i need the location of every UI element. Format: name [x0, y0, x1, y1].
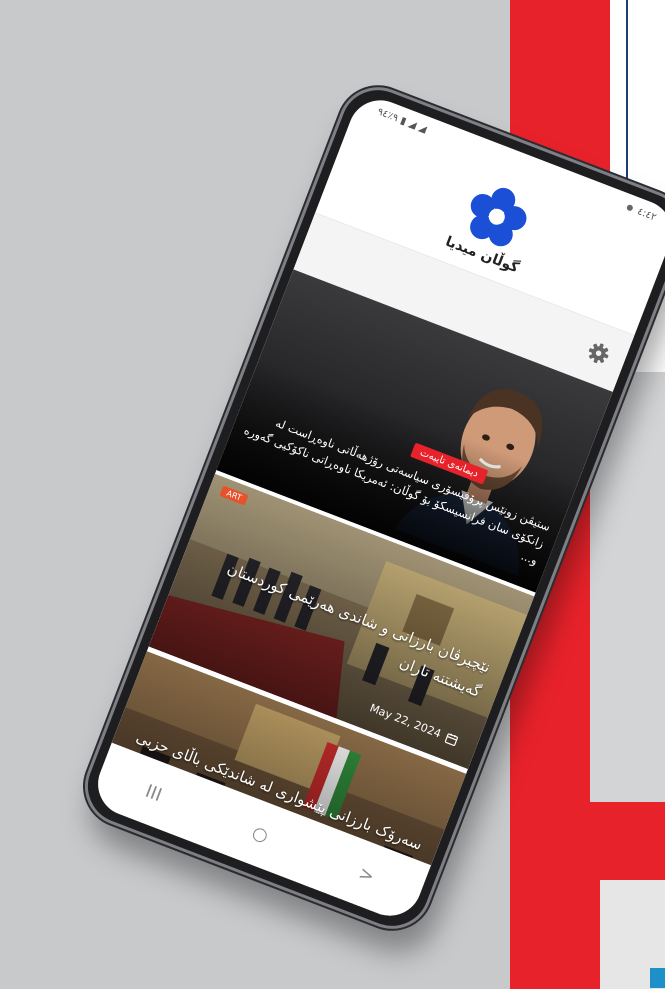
status-time: ٤:٤٢: [635, 205, 658, 223]
gear-icon[interactable]: [584, 339, 612, 367]
back-button[interactable]: >: [356, 862, 378, 887]
recent-apps-button[interactable]: III: [142, 780, 164, 805]
notification-dot-icon: [625, 203, 634, 212]
background-blue-swatch: [650, 968, 665, 988]
background-red-bar: [570, 840, 665, 868]
home-button[interactable]: ○: [249, 821, 271, 846]
status-right: ٤:٤٢: [625, 201, 658, 223]
